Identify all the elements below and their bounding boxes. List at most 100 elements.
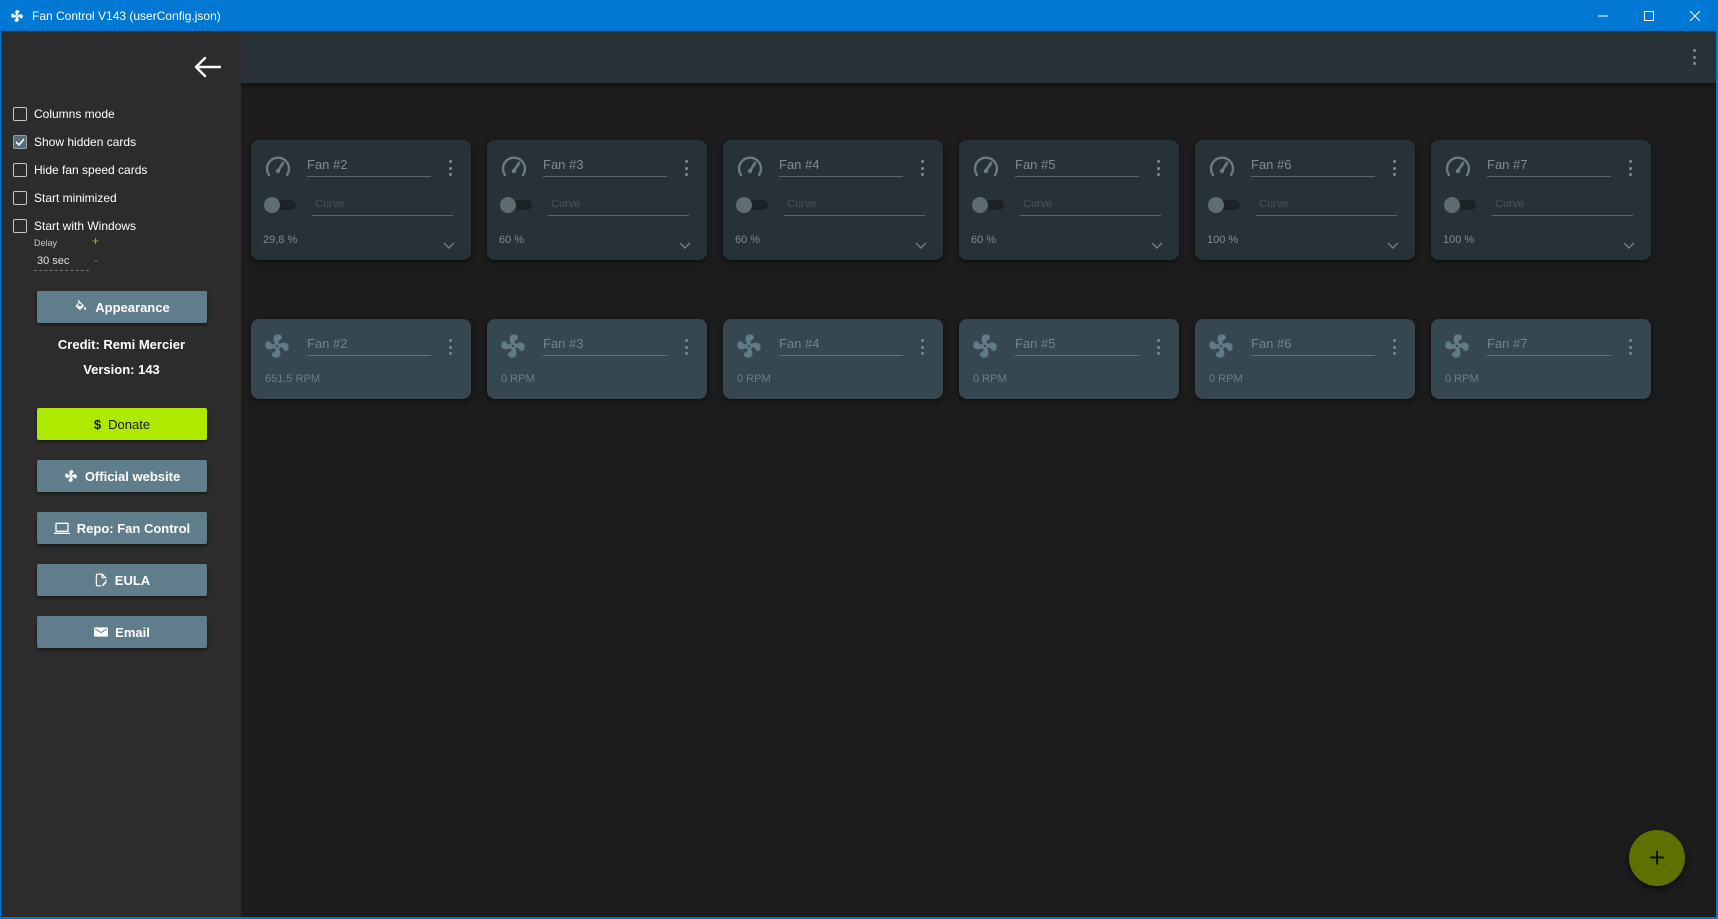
curve-select[interactable]: Curve [1492, 196, 1633, 216]
control-card[interactable]: Fan #5 Curve 60 % [959, 140, 1179, 260]
speed-card-value: 0 RPM [973, 373, 1007, 385]
start-with-windows-option[interactable]: Start with Windows [13, 217, 136, 235]
card-menu-icon[interactable] [683, 160, 689, 176]
speedometer-icon [499, 153, 529, 183]
delay-increase-button[interactable]: + [92, 234, 99, 248]
close-button[interactable] [1672, 0, 1718, 31]
expand-chevron-icon[interactable] [443, 237, 455, 250]
curve-select[interactable]: Curve [312, 196, 453, 216]
maximize-button[interactable] [1626, 0, 1672, 31]
control-card[interactable]: Fan #4 Curve 60 % [723, 140, 943, 260]
card-menu-icon[interactable] [1155, 160, 1161, 176]
delay-decrease-button[interactable]: - [94, 253, 98, 267]
maximize-icon [1644, 10, 1654, 21]
appearance-button[interactable]: Appearance [37, 291, 207, 323]
add-card-button[interactable]: + [1629, 830, 1685, 886]
expand-chevron-icon[interactable] [679, 237, 691, 250]
laptop-icon [53, 521, 70, 535]
speedometer-icon [735, 153, 765, 183]
speed-card-name[interactable]: Fan #3 [543, 336, 667, 356]
speed-card-name[interactable]: Fan #5 [1015, 336, 1139, 356]
curve-select[interactable]: Curve [1020, 196, 1161, 216]
expand-chevron-icon[interactable] [1623, 237, 1635, 250]
speed-card-name[interactable]: Fan #6 [1251, 336, 1375, 356]
card-menu-icon[interactable] [1627, 160, 1633, 176]
enable-toggle[interactable] [972, 197, 1006, 213]
card-menu-icon[interactable] [919, 160, 925, 176]
show-hidden-cards-checkbox[interactable] [13, 135, 27, 149]
fan-icon [263, 332, 293, 362]
curve-select[interactable]: Curve [548, 196, 689, 216]
dollar-icon: $ [93, 416, 102, 432]
columns-mode-option[interactable]: Columns mode [13, 105, 115, 123]
control-card[interactable]: Fan #6 Curve 100 % [1195, 140, 1415, 260]
email-button[interactable]: Email [37, 616, 207, 648]
repo-button[interactable]: Repo: Fan Control [37, 512, 207, 544]
more-options-icon[interactable] [1690, 47, 1698, 67]
card-menu-icon[interactable] [447, 339, 453, 355]
expand-chevron-icon[interactable] [1151, 237, 1163, 250]
control-card-name[interactable]: Fan #4 [779, 157, 903, 177]
close-icon [1690, 10, 1700, 21]
control-card-name[interactable]: Fan #5 [1015, 157, 1139, 177]
hide-fan-speed-cards-option[interactable]: Hide fan speed cards [13, 161, 147, 179]
official-website-button[interactable]: Official website [37, 460, 207, 492]
show-hidden-cards-label: Show hidden cards [34, 135, 137, 149]
expand-chevron-icon[interactable] [1387, 237, 1399, 250]
eula-button[interactable]: EULA [37, 564, 207, 596]
curve-select[interactable]: Curve [1256, 196, 1397, 216]
speed-card-value: 0 RPM [1209, 373, 1243, 385]
speed-card[interactable]: Fan #3 0 RPM [487, 319, 707, 399]
control-card-name[interactable]: Fan #2 [307, 157, 431, 177]
card-menu-icon[interactable] [683, 339, 689, 355]
columns-mode-label: Columns mode [34, 107, 115, 121]
eula-label: EULA [114, 572, 151, 588]
curve-select[interactable]: Curve [784, 196, 925, 216]
start-minimized-checkbox[interactable] [13, 191, 27, 205]
enable-toggle[interactable] [264, 197, 298, 213]
control-card[interactable]: Fan #7 Curve 100 % [1431, 140, 1651, 260]
expand-chevron-icon[interactable] [915, 237, 927, 250]
control-card[interactable]: Fan #2 Curve 29,8 % [251, 140, 471, 260]
speed-card-name[interactable]: Fan #2 [307, 336, 431, 356]
card-menu-icon[interactable] [1391, 339, 1397, 355]
control-card-value: 60 % [499, 234, 525, 246]
start-minimized-option[interactable]: Start minimized [13, 189, 117, 207]
speed-card-value: 0 RPM [737, 373, 771, 385]
start-with-windows-checkbox[interactable] [13, 219, 27, 233]
back-button[interactable] [191, 51, 223, 83]
speed-card[interactable]: Fan #2 651.5 RPM [251, 319, 471, 399]
speed-card-name[interactable]: Fan #4 [779, 336, 903, 356]
minimize-button[interactable] [1580, 0, 1626, 31]
speed-card[interactable]: Fan #7 0 RPM [1431, 319, 1651, 399]
card-menu-icon[interactable] [447, 160, 453, 176]
enable-toggle[interactable] [1208, 197, 1242, 213]
speed-card[interactable]: Fan #6 0 RPM [1195, 319, 1415, 399]
card-menu-icon[interactable] [919, 339, 925, 355]
settings-sidebar: Columns mode Show hidden cards Hide fan … [0, 31, 241, 919]
delay-value-field[interactable]: 30 sec [34, 253, 89, 271]
speedometer-icon [1443, 153, 1473, 183]
show-hidden-cards-option[interactable]: Show hidden cards [13, 133, 136, 151]
speed-card-value: 651.5 RPM [265, 373, 321, 385]
card-menu-icon[interactable] [1627, 339, 1633, 355]
hide-fan-speed-cards-checkbox[interactable] [13, 163, 27, 177]
control-card-name[interactable]: Fan #3 [543, 157, 667, 177]
control-card-value: 29,8 % [263, 234, 298, 246]
speed-card-name[interactable]: Fan #7 [1487, 336, 1611, 356]
control-card[interactable]: Fan #3 Curve 60 % [487, 140, 707, 260]
enable-toggle[interactable] [500, 197, 534, 213]
control-card-name[interactable]: Fan #7 [1487, 157, 1611, 177]
enable-toggle[interactable] [1444, 197, 1478, 213]
card-menu-icon[interactable] [1155, 339, 1161, 355]
card-menu-icon[interactable] [1391, 160, 1397, 176]
enable-toggle[interactable] [736, 197, 770, 213]
speed-card[interactable]: Fan #5 0 RPM [959, 319, 1179, 399]
delay-label: Delay [34, 238, 58, 248]
title-bar[interactable]: Fan Control V143 (userConfig.json) [0, 0, 1718, 31]
columns-mode-checkbox[interactable] [13, 107, 27, 121]
donate-label: Donate [108, 416, 151, 432]
donate-button[interactable]: $ Donate [37, 408, 207, 440]
control-card-name[interactable]: Fan #6 [1251, 157, 1375, 177]
speed-card[interactable]: Fan #4 0 RPM [723, 319, 943, 399]
